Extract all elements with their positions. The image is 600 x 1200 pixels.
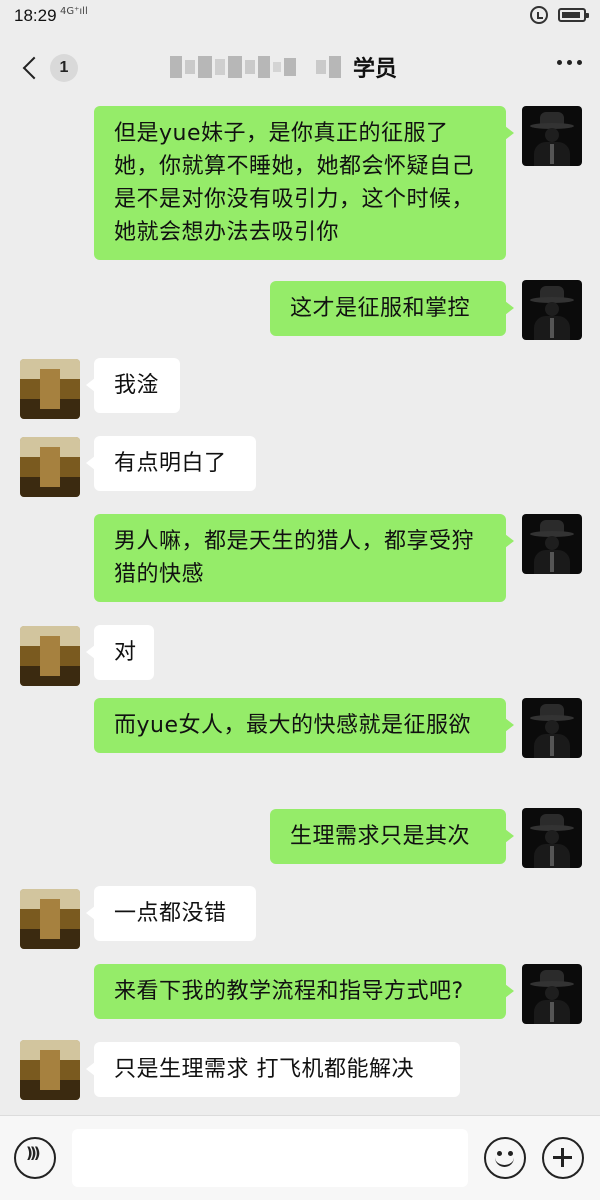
message-bubble[interactable]: 来看下我的教学流程和指导方式吧? — [94, 964, 514, 1019]
contact-avatar[interactable] — [20, 359, 80, 419]
back-button[interactable]: 1 — [18, 48, 78, 88]
battery-icon — [558, 8, 589, 22]
input-bar — [0, 1115, 600, 1200]
message-list[interactable]: 但是yue妹子，是你真正的征服了她，你就算不睡她，她都会怀疑自己是不是对你没有吸… — [0, 100, 600, 1115]
chat-title-area[interactable]: 学员 — [170, 50, 397, 84]
status-time: 18:29 — [14, 6, 57, 25]
back-chevron-icon — [22, 56, 46, 80]
self-avatar[interactable] — [522, 106, 582, 166]
message-bubble[interactable]: 生理需求只是其次 — [270, 809, 514, 864]
emoji-icon[interactable] — [484, 1137, 526, 1179]
message-input[interactable] — [72, 1129, 468, 1187]
message-bubble[interactable]: 对 — [86, 625, 154, 680]
obscured-name-mosaic — [170, 56, 341, 78]
contact-avatar[interactable] — [20, 626, 80, 686]
status-bar: 18:29 4G⁺ıll — [0, 0, 600, 34]
self-avatar[interactable] — [522, 698, 582, 758]
signal-indicator: 4G⁺ıll — [60, 6, 88, 17]
contact-avatar[interactable] — [20, 437, 80, 497]
status-icons — [530, 6, 589, 24]
message-bubble[interactable]: 一点都没错 — [86, 886, 256, 941]
message-bubble[interactable]: 男人嘛，都是天生的猎人，都享受狩猎的快感 — [94, 514, 514, 602]
chat-header: 1 学员 — [0, 34, 600, 100]
plus-icon[interactable] — [542, 1137, 584, 1179]
unread-count-badge: 1 — [50, 54, 78, 82]
chat-title: 学员 — [353, 57, 398, 82]
contact-avatar[interactable] — [20, 889, 80, 949]
message-bubble[interactable]: 这才是征服和掌控 — [270, 281, 514, 336]
self-avatar[interactable] — [522, 964, 582, 1024]
self-avatar[interactable] — [522, 514, 582, 574]
self-avatar[interactable] — [522, 280, 582, 340]
alarm-icon — [530, 6, 548, 24]
message-bubble[interactable]: 但是yue妹子，是你真正的征服了她，你就算不睡她，她都会怀疑自己是不是对你没有吸… — [94, 106, 514, 260]
more-dots-icon — [557, 60, 562, 65]
voice-icon[interactable] — [14, 1137, 56, 1179]
more-options-button[interactable] — [557, 60, 582, 65]
message-bubble[interactable]: 有点明白了 — [86, 436, 256, 491]
contact-avatar[interactable] — [20, 1040, 80, 1100]
message-bubble[interactable]: 而yue女人，最大的快感就是征服欲 — [94, 698, 514, 753]
self-avatar[interactable] — [522, 808, 582, 868]
message-bubble[interactable]: 只是生理需求 打飞机都能解决 — [86, 1042, 460, 1097]
message-bubble[interactable]: 我淦 — [86, 358, 180, 413]
